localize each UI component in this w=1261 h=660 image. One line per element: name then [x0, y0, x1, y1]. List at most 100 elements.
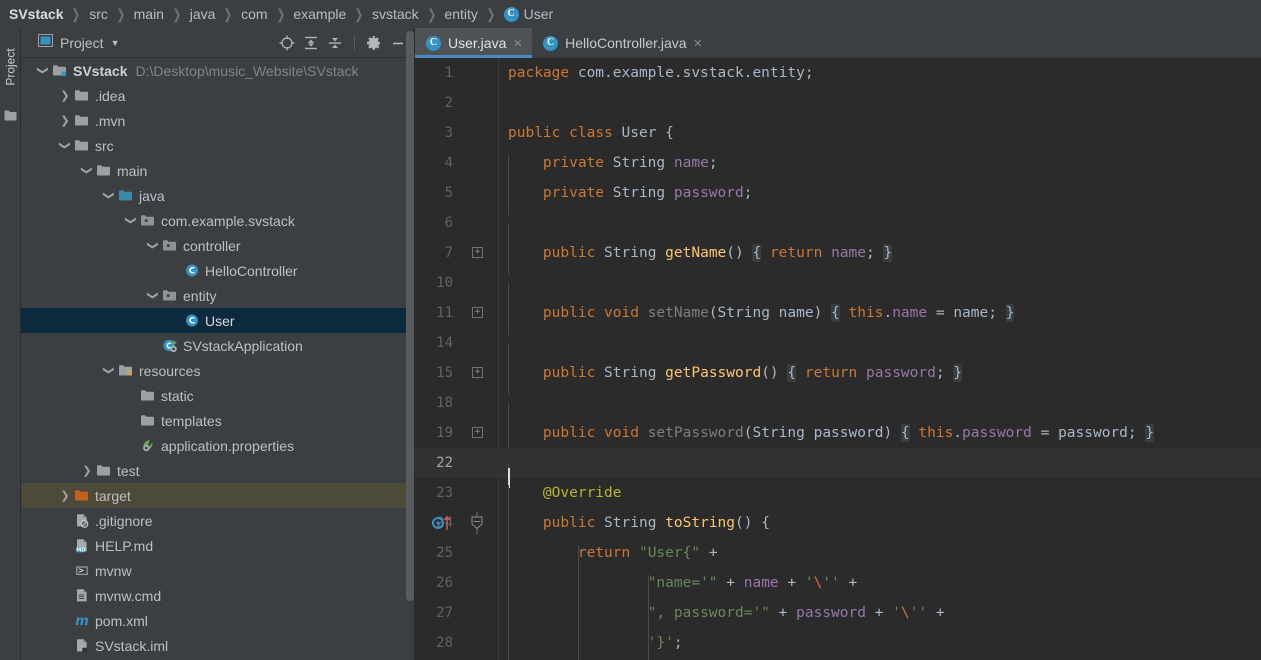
code-line[interactable]: 22	[415, 448, 1261, 493]
code-line[interactable]: 23 @Override	[415, 478, 1261, 515]
line-number[interactable]: 2	[415, 95, 460, 111]
tree-node-hellocontroller[interactable]: C HelloController	[21, 258, 415, 283]
line-number[interactable]: 14	[415, 335, 460, 351]
code-text[interactable]: public void setPassword(String password)…	[498, 424, 1261, 455]
code-line[interactable]: 2	[415, 88, 1261, 118]
gutter-markers[interactable]	[460, 598, 498, 628]
gutter-markers[interactable]	[460, 538, 498, 568]
breadcrumb-item-svstack[interactable]: svstack	[372, 6, 419, 22]
line-number[interactable]: 27	[415, 605, 460, 621]
tree-node-svstack-iml[interactable]: SVstack.iml	[21, 633, 415, 658]
tree-node-static[interactable]: static	[21, 383, 415, 408]
line-number[interactable]: 15	[415, 365, 460, 381]
line-number[interactable]: 6	[415, 215, 460, 231]
code-text[interactable]: public String toString() {	[498, 515, 1261, 545]
chevron-down-icon[interactable]: ❯	[53, 138, 78, 154]
breadcrumb-item-entity[interactable]: entity	[444, 6, 477, 22]
line-number[interactable]: 11	[415, 305, 460, 321]
code-text[interactable]: ", password='" + password + '\'' +	[498, 605, 1261, 635]
breadcrumb-item-user[interactable]: C User	[503, 6, 553, 22]
code-line[interactable]: 27 ", password='" + password + '\'' +	[415, 598, 1261, 635]
gutter-markers[interactable]	[460, 268, 498, 298]
line-number[interactable]: 28	[415, 635, 460, 651]
gutter-markers[interactable]	[460, 148, 498, 178]
gutter-markers[interactable]	[460, 628, 498, 658]
code-line[interactable]: 5 private String password;	[415, 178, 1261, 215]
project-file-tree[interactable]: ❯ SVstack D:\Desktop\music_Website\SVstack…	[21, 58, 415, 660]
project-tree-scrollbar[interactable]	[406, 31, 414, 601]
line-number[interactable]: 4	[415, 155, 460, 171]
override-marker-icon[interactable]	[432, 515, 456, 535]
code-line[interactable]: 3 public class User {	[415, 118, 1261, 148]
code-line[interactable]: 15 + public String getPassword() { return…	[415, 358, 1261, 395]
chevron-down-icon[interactable]: ▼	[111, 38, 120, 48]
tree-node-user[interactable]: C User	[21, 308, 415, 333]
gutter-markers[interactable]	[460, 328, 498, 358]
breadcrumb-item-com[interactable]: com	[241, 6, 267, 22]
tree-node-com-example-svstack[interactable]: ❯ com.example.svstack	[21, 208, 415, 233]
code-text[interactable]: public void setName(String name) { this.…	[498, 304, 1261, 335]
tree-node-application-properties[interactable]: application.properties	[21, 433, 415, 458]
gutter-markers[interactable]	[460, 568, 498, 598]
code-line[interactable]: 14	[415, 328, 1261, 373]
line-number[interactable]: 19	[415, 425, 460, 441]
line-number[interactable]: 7	[415, 245, 460, 261]
editor-tab-user-java[interactable]: C User.java ×	[415, 28, 533, 58]
fold-expand-icon[interactable]: +	[472, 367, 483, 378]
code-line[interactable]: 11 + public void setName(String name) { t…	[415, 298, 1261, 335]
close-icon[interactable]: ×	[694, 36, 703, 51]
line-number[interactable]: 23	[415, 485, 460, 501]
gutter-markers[interactable]	[460, 58, 498, 88]
fold-expand-icon[interactable]: +	[472, 247, 483, 258]
tree-node-mvnw[interactable]: > mvnw	[21, 558, 415, 583]
gutter-markers[interactable]	[460, 448, 498, 478]
code-line[interactable]: 10	[415, 268, 1261, 313]
line-number[interactable]: 18	[415, 395, 460, 411]
tree-node-resources[interactable]: ❯ resources	[21, 358, 415, 383]
settings-gear-icon[interactable]	[363, 32, 385, 54]
tree-node-entity[interactable]: ❯ entity	[21, 283, 415, 308]
tree-node-svstackapplication[interactable]: C SVstackApplication	[21, 333, 415, 358]
code-text[interactable]: public String getPassword() { return pas…	[498, 364, 1261, 395]
chevron-down-icon[interactable]: ❯	[119, 213, 144, 229]
line-number[interactable]: 3	[415, 125, 460, 141]
code-line[interactable]: 4 private String name;	[415, 148, 1261, 185]
code-line[interactable]: 1 package com.example.svstack.entity;	[415, 58, 1261, 88]
tree-node-main[interactable]: ❯ main	[21, 158, 415, 183]
code-line[interactable]: 7 + public String getName() { return name…	[415, 238, 1261, 275]
gutter-markers[interactable]	[432, 508, 498, 538]
line-number[interactable]: 25	[415, 545, 460, 561]
gutter-markers[interactable]	[460, 178, 498, 208]
chevron-down-icon[interactable]: ❯	[141, 238, 166, 254]
tree-node--mvn[interactable]: ❯ .mvn	[21, 108, 415, 133]
tree-node--idea[interactable]: ❯ .idea	[21, 83, 415, 108]
code-line[interactable]: 24 public String toString() {	[415, 508, 1261, 545]
gutter-markers[interactable]	[460, 478, 498, 508]
line-number[interactable]: 22	[415, 455, 460, 471]
code-line[interactable]: 25 return "User{" +	[415, 538, 1261, 575]
fold-region-start-icon[interactable]	[470, 512, 484, 538]
gutter-markers[interactable]	[460, 388, 498, 418]
code-line[interactable]: 28 '}';	[415, 628, 1261, 660]
tree-node--gitignore[interactable]: .gitignore	[21, 508, 415, 533]
code-line[interactable]: 6	[415, 208, 1261, 253]
tree-node-java[interactable]: ❯ java	[21, 183, 415, 208]
gutter-markers[interactable]	[460, 208, 498, 238]
fold-expand-icon[interactable]: +	[472, 427, 483, 438]
code-text[interactable]: return "User{" +	[498, 545, 1261, 575]
locate-in-tree-icon[interactable]	[276, 32, 298, 54]
tree-node-help-md[interactable]: MD HELP.md	[21, 533, 415, 558]
breadcrumb-item-src[interactable]: src	[89, 6, 108, 22]
code-line[interactable]: 18	[415, 388, 1261, 433]
chevron-right-icon[interactable]: ❯	[57, 83, 73, 108]
collapse-all-icon[interactable]	[324, 32, 346, 54]
line-number[interactable]: 26	[415, 575, 460, 591]
code-editor[interactable]: 1 package com.example.svstack.entity; 2 3 pu…	[415, 58, 1261, 660]
chevron-right-icon[interactable]: ❯	[57, 108, 73, 133]
editor-tab-hellocontroller-java[interactable]: C HelloController.java ×	[532, 28, 712, 58]
line-number[interactable]: 10	[415, 275, 460, 291]
code-text[interactable]: "name='" + name + '\'' +	[498, 575, 1261, 605]
tree-node-controller[interactable]: ❯ controller	[21, 233, 415, 258]
tree-node-mvnw-cmd[interactable]: mvnw.cmd	[21, 583, 415, 608]
gutter-markers[interactable]: +	[460, 418, 498, 448]
